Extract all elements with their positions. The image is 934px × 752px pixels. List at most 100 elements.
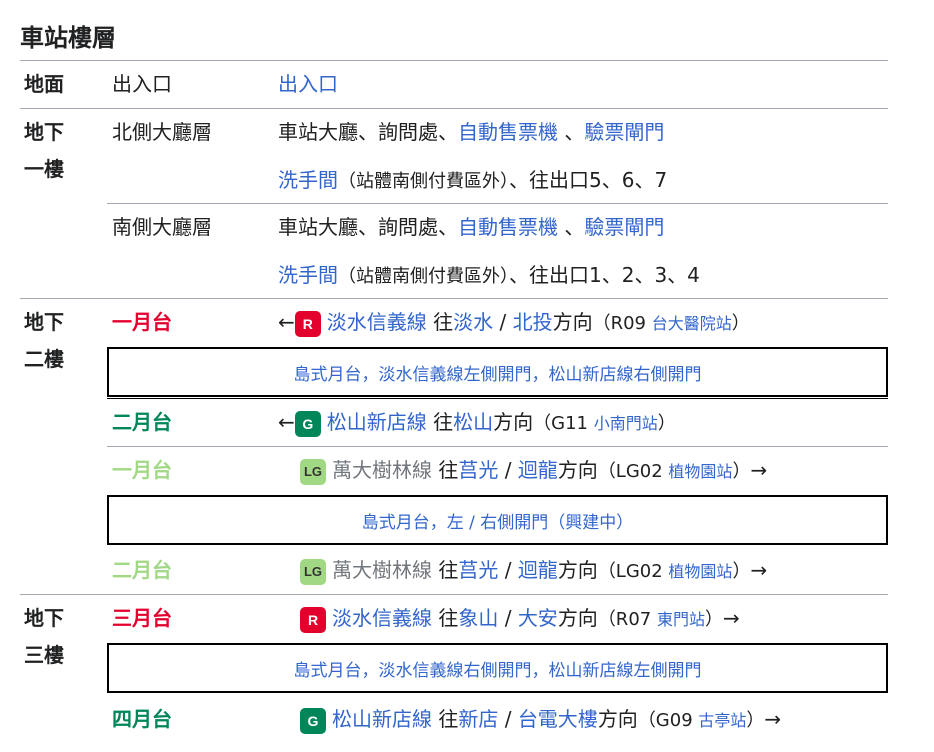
separator: 、 [558,215,585,239]
right-arrow-icon: → [722,606,740,630]
restroom-note: （站體南側付費區外） [338,171,509,192]
direction-text: 方向 [597,707,638,731]
paren-close: ） [657,413,676,434]
rule-b2-a [107,398,888,399]
b3-p1-route: R 淡水信義線 往象山 / 大安方向（R07 東門站）→ [300,604,740,634]
dest-link[interactable]: 大安 [518,606,558,630]
ticket-machine-link[interactable]: 自動售票機 [458,120,558,144]
b2-level-line1: 地下 [24,310,64,334]
dest-link[interactable]: 莒光 [458,458,498,482]
b2-p1-route: ← R 淡水信義線 往淡水 / 北投方向（R09 台大醫院站） [278,308,750,338]
paren-open: （R09 [592,313,652,334]
to-text: 往 [433,410,454,434]
next-station-link[interactable]: 台大醫院站 [652,314,732,333]
dest-link[interactable]: 象山 [458,606,498,630]
paren-close: ） [731,313,750,334]
b1-north-restroom-line: 洗手間（站體南側付費區外）、往出口5、6、7 [278,166,667,196]
exit-info: 、往出口5、6、7 [509,168,668,192]
island-platform-note: 島式月台，左 / 右側開門（興建中） [107,495,888,545]
b2-level-line2: 二樓 [24,347,64,371]
to-text: 往 [438,707,459,731]
b1-south-facilities: 車站大廳、詢問處、自動售票機 、驗票閘門 [278,213,664,241]
to-text: 往 [438,558,459,582]
paren-open: （G09 [637,710,699,731]
right-arrow-icon: → [764,707,782,731]
b3-level-line2: 三樓 [24,643,64,667]
dest-link[interactable]: 莒光 [458,558,498,582]
b3-level-line1: 地下 [24,606,64,630]
paren-open: （R07 [597,609,657,630]
right-arrow-icon: → [750,558,768,582]
line-link[interactable]: 淡水信義線 [327,310,427,334]
slash: / [498,458,518,482]
header-exit-link[interactable]: 出入口 [278,70,338,98]
b2-platform-2: 二月台 [112,410,172,434]
separator: 、 [558,120,585,144]
direction-text: 方向 [557,458,598,482]
dest-link[interactable]: 北投 [513,310,553,334]
restroom-link[interactable]: 洗手間 [278,263,338,287]
dest-link[interactable]: 淡水 [453,310,493,334]
b2-platform-lg-2: 二月台 [112,558,172,582]
header-area: 出入口 [112,72,172,96]
paren-close: ） [704,609,723,630]
rule-b2-b [107,446,888,447]
paren-close: ） [732,461,751,482]
next-station-link[interactable]: 小南門站 [594,414,658,433]
red-line-badge-icon: R [300,606,326,633]
paren-close: ） [732,561,751,582]
dest-link[interactable]: 迴龍 [518,558,558,582]
line-name: 萬大樹林線 [332,458,432,482]
b1-level-line2: 一樓 [24,157,64,181]
b3-p2-route: G 松山新店線 往新店 / 台電大樓方向（G09 古亭站）→ [300,705,781,735]
slash: / [498,707,518,731]
next-station-link[interactable]: 東門站 [657,610,705,629]
direction-text: 方向 [552,310,593,334]
ticket-machine-link[interactable]: 自動售票機 [458,215,558,239]
section-title: 車站樓層 [20,24,116,52]
rule-b2 [20,298,888,299]
b1-level-line1: 地下 [24,120,64,144]
rule-top [20,60,888,61]
b2-p4-route: LG 萬大樹林線 往莒光 / 迴龍方向（LG02 植物園站）→ [300,556,767,586]
dest-link[interactable]: 迴龍 [518,458,558,482]
slash: / [498,606,518,630]
rule-b1 [20,108,888,109]
left-arrow-icon: ← [278,310,295,334]
to-text: 往 [433,310,454,334]
b2-p2-route: ← G 松山新店線 往松山方向（G11 小南門站） [278,408,676,438]
facilities-text: 車站大廳、詢問處、 [278,120,458,144]
line-link[interactable]: 淡水信義線 [332,606,432,630]
ticket-gate-link[interactable]: 驗票閘門 [584,215,664,239]
line-name: 萬大樹林線 [332,558,432,582]
next-station-link[interactable]: 古亭站 [698,711,746,730]
green-line-badge-icon: G [294,410,321,437]
restroom-link[interactable]: 洗手間 [278,168,338,192]
dest-link[interactable]: 新店 [458,707,498,731]
dest-link[interactable]: 台電大樓 [518,707,598,731]
lg-line-badge-icon: LG [300,458,326,485]
to-text: 往 [438,606,459,630]
dest-link[interactable]: 松山 [453,410,493,434]
b1-north-facilities: 車站大廳、詢問處、自動售票機 、驗票閘門 [278,118,664,146]
b2-platform-lg-1: 一月台 [112,458,172,482]
paren-open: （LG02 [597,561,669,582]
paren-open: （LG02 [597,461,669,482]
b1-south-area: 南側大廳層 [112,215,212,239]
restroom-note: （站體南側付費區外） [338,266,509,287]
b2-p3-route: LG 萬大樹林線 往莒光 / 迴龍方向（LG02 植物園站）→ [300,456,767,486]
next-station-link[interactable]: 植物園站 [668,462,732,481]
line-link[interactable]: 松山新店線 [327,410,427,434]
left-arrow-icon: ← [278,410,295,434]
b1-south-restroom-line: 洗手間（站體南側付費區外）、往出口1、2、3、4 [278,261,700,291]
exit-info: 、往出口1、2、3、4 [509,263,700,287]
b1-north-area: 北側大廳層 [112,120,212,144]
next-station-link[interactable]: 植物園站 [668,562,732,581]
green-line-badge-icon: G [300,707,326,734]
rule-b3 [20,594,888,595]
b3-platform-4: 四月台 [112,707,172,731]
direction-text: 方向 [557,606,598,630]
red-line-badge-icon: R [294,310,321,337]
line-link[interactable]: 松山新店線 [332,707,432,731]
ticket-gate-link[interactable]: 驗票閘門 [584,120,664,144]
